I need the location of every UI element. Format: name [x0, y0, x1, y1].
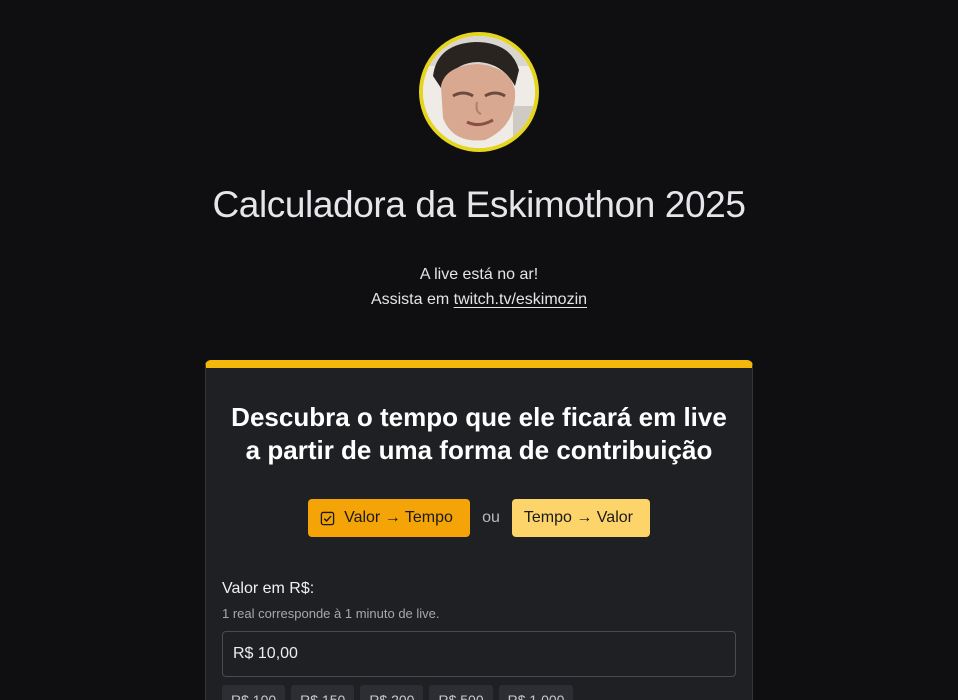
preset-button[interactable]: R$ 1.000: [498, 685, 574, 700]
page-title: Calculadora da Eskimothon 2025: [212, 184, 746, 225]
twitch-link[interactable]: twitch.tv/eskimozin: [454, 291, 587, 308]
preset-button[interactable]: R$ 150: [291, 685, 355, 700]
mode-value-to-time-label: Valor → Tempo: [344, 509, 453, 526]
card-heading: Descubra o tempo que ele ficará em live …: [206, 401, 752, 467]
streamer-avatar: [419, 32, 539, 152]
avatar-image: [423, 36, 535, 148]
amount-input[interactable]: [222, 631, 736, 677]
amount-label: Valor em R$:: [222, 580, 315, 597]
mode-time-to-value-button[interactable]: Tempo → Valor: [511, 499, 650, 537]
page: Calculadora da Eskimothon 2025 A live es…: [0, 0, 958, 700]
card-heading-line2: a partir de uma forma de contribuição: [245, 435, 713, 465]
mode-toggle: Valor → Tempo ou Tempo → Valor: [206, 499, 752, 537]
mode-value-to-time-button[interactable]: Valor → Tempo: [308, 499, 471, 537]
mode-separator: ou: [482, 509, 500, 526]
preset-button[interactable]: R$ 200: [360, 685, 424, 700]
preset-button[interactable]: R$ 100: [222, 685, 286, 700]
live-info: A live está no ar! Assista em twitch.tv/…: [0, 262, 958, 312]
checkbox-check-icon: [320, 511, 335, 525]
preset-list: R$ 100 R$ 150 R$ 200 R$ 500 R$ 1.000: [222, 685, 574, 700]
calculator-card: Descubra o tempo que ele ficará em live …: [205, 360, 753, 700]
preset-button[interactable]: R$ 500: [429, 685, 493, 700]
amount-hint: 1 real corresponde à 1 minuto de live.: [222, 606, 440, 621]
watch-prefix: Assista em: [370, 291, 450, 308]
live-status: A live está no ar!: [419, 266, 539, 283]
watch-line: Assista em twitch.tv/eskimozin: [0, 287, 958, 312]
mode-time-to-value-label: Tempo → Valor: [523, 509, 633, 526]
card-heading-line1: Descubra o tempo que ele ficará em live: [231, 402, 727, 432]
